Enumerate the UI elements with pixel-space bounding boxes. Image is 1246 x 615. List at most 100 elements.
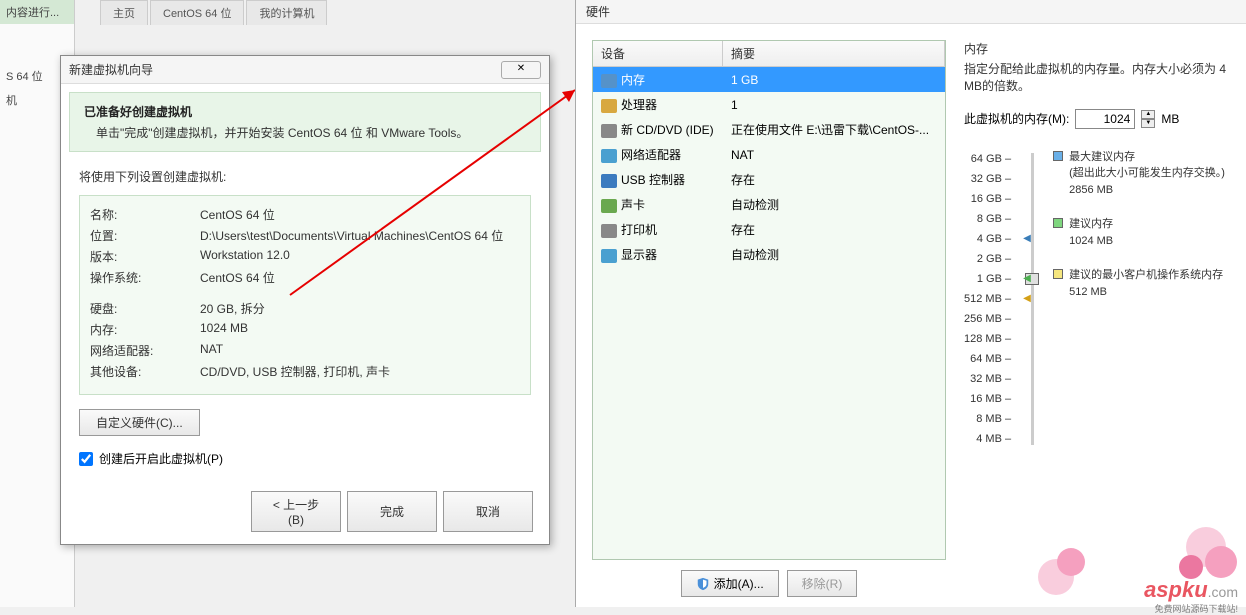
device-summary: 自动检测	[723, 244, 945, 265]
device-row[interactable]: 处理器1	[593, 92, 945, 117]
cancel-button[interactable]: 取消	[443, 491, 533, 532]
label-os: 操作系统:	[90, 269, 200, 286]
tab-computer[interactable]: 我的计算机	[246, 0, 327, 25]
network-icon	[601, 149, 617, 163]
device-summary: 正在使用文件 E:\迅雷下载\CentOS-...	[723, 119, 945, 140]
legend-swatch-rec	[1053, 218, 1063, 228]
device-name: 新 CD/DVD (IDE)	[621, 123, 714, 137]
label-other: 其他设备:	[90, 363, 200, 380]
device-name: 网络适配器	[621, 148, 681, 162]
device-summary: 1 GB	[723, 71, 945, 89]
label-memory: 内存:	[90, 321, 200, 338]
wizard-header-subtitle: 单击"完成"创建虚拟机，并开始安装 CentOS 64 位 和 VMware T…	[84, 124, 526, 141]
printer-icon	[601, 224, 617, 238]
wizard-title: 新建虚拟机向导	[69, 61, 153, 78]
value-disk: 20 GB, 拆分	[200, 300, 520, 317]
background-tabs: 主页 CentOS 64 位 我的计算机	[100, 0, 327, 25]
shield-icon	[696, 577, 710, 591]
finish-button[interactable]: 完成	[347, 491, 437, 532]
memory-tick: 8 MB ‒	[976, 409, 1011, 429]
new-vm-wizard-dialog: 新建虚拟机向导 ✕ 已准备好创建虚拟机 单击"完成"创建虚拟机，并开始安装 Ce…	[60, 55, 550, 545]
wizard-intro-text: 将使用下列设置创建虚拟机:	[79, 168, 531, 185]
label-version: 版本:	[90, 248, 200, 265]
device-row[interactable]: 显示器 自动检测	[593, 242, 945, 267]
vm-summary-box: 名称:CentOS 64 位 位置:D:\Users\test\Document…	[79, 195, 531, 395]
memory-tick: 2 GB ‒	[977, 249, 1011, 269]
device-row[interactable]: 打印机 存在	[593, 217, 945, 242]
display-icon	[601, 249, 617, 263]
wizard-titlebar: 新建虚拟机向导 ✕	[61, 56, 549, 84]
device-row[interactable]: 新 CD/DVD (IDE) 正在使用文件 E:\迅雷下载\CentOS-...	[593, 117, 945, 142]
close-icon[interactable]: ✕	[501, 61, 541, 79]
memory-tick-labels: 64 GB ‒32 GB ‒16 GB ‒8 GB ‒4 GB ‒2 GB ‒1…	[964, 149, 1011, 449]
legend-rec-value: 1024 MB	[1069, 233, 1113, 250]
device-summary: 存在	[723, 169, 945, 190]
sidebar-item[interactable]: 内容进行...	[0, 0, 74, 24]
memory-tick: 64 GB ‒	[971, 149, 1011, 169]
memory-slider[interactable]: ◀ ◀ ◀	[1025, 149, 1039, 449]
memory-icon	[601, 74, 617, 88]
device-row[interactable]: USB 控制器 存在	[593, 167, 945, 192]
value-other: CD/DVD, USB 控制器, 打印机, 声卡	[200, 363, 520, 380]
device-name: 打印机	[621, 223, 657, 237]
cd-icon	[601, 124, 617, 138]
value-network: NAT	[200, 342, 520, 359]
usb-icon	[601, 174, 617, 188]
legend-min-value: 512 MB	[1069, 284, 1223, 301]
back-button[interactable]: < 上一步(B)	[251, 491, 341, 532]
value-os: CentOS 64 位	[200, 269, 520, 286]
device-name: 显示器	[621, 248, 657, 262]
value-memory: 1024 MB	[200, 321, 520, 338]
device-summary: 自动检测	[723, 194, 945, 215]
label-network: 网络适配器:	[90, 342, 200, 359]
memory-tick: 4 GB ‒	[977, 229, 1011, 249]
value-location: D:\Users\test\Documents\Virtual Machines…	[200, 227, 520, 244]
hardware-dialog: 硬件 设备 摘要 内存1 GB处理器1新 CD/DVD (IDE)正在使用文件 …	[575, 0, 1246, 607]
memory-tick: 256 MB ‒	[964, 309, 1011, 329]
memory-tick: 1 GB ‒	[977, 269, 1011, 289]
value-name: CentOS 64 位	[200, 206, 520, 223]
memory-tick: 128 MB ‒	[964, 329, 1011, 349]
legend-rec-title: 建议内存	[1069, 216, 1113, 233]
memory-section-title: 内存	[964, 40, 1238, 57]
memory-tick: 512 MB ‒	[964, 289, 1011, 309]
tab-centos[interactable]: CentOS 64 位	[150, 0, 244, 25]
device-row[interactable]: 声卡 自动检测	[593, 192, 945, 217]
value-version: Workstation 12.0	[200, 248, 520, 265]
customize-hardware-button[interactable]: 自定义硬件(C)...	[79, 409, 200, 436]
memory-spinner[interactable]: ▲▼	[1141, 110, 1155, 128]
device-summary: 存在	[723, 219, 945, 240]
memory-field-label: 此虚拟机的内存(M):	[964, 110, 1069, 127]
label-disk: 硬盘:	[90, 300, 200, 317]
label-name: 名称:	[90, 206, 200, 223]
device-row[interactable]: 网络适配器 NAT	[593, 142, 945, 167]
label-location: 位置:	[90, 227, 200, 244]
wizard-header: 已准备好创建虚拟机 单击"完成"创建虚拟机，并开始安装 CentOS 64 位 …	[69, 92, 541, 152]
tab-home[interactable]: 主页	[100, 0, 148, 25]
memory-tick: 32 MB ‒	[970, 369, 1011, 389]
device-row[interactable]: 内存 1 GB	[593, 67, 945, 92]
legend-swatch-min	[1053, 269, 1063, 279]
device-name: 声卡	[621, 198, 645, 212]
legend-min-title: 建议的最小客户机操作系统内存	[1069, 267, 1223, 284]
device-name: 内存	[621, 73, 645, 87]
memory-tick: 64 MB ‒	[970, 349, 1011, 369]
legend-max-desc: (超出此大小可能发生内存交换。)	[1069, 165, 1225, 182]
power-on-checkbox[interactable]	[79, 452, 93, 466]
legend-max-title: 最大建议内存	[1069, 149, 1225, 166]
column-summary: 摘要	[723, 41, 945, 66]
device-name: USB 控制器	[621, 173, 685, 187]
legend-max-value: 2856 MB	[1069, 182, 1225, 199]
cpu-icon	[601, 99, 617, 113]
memory-tick: 8 GB ‒	[977, 209, 1011, 229]
memory-input[interactable]	[1075, 109, 1135, 129]
memory-unit: MB	[1161, 112, 1179, 126]
device-summary: NAT	[723, 146, 945, 164]
device-name: 处理器	[621, 98, 657, 112]
legend-swatch-max	[1053, 151, 1063, 161]
column-device: 设备	[593, 41, 723, 66]
device-list: 设备 摘要 内存 1 GB 处理器1 新 CD/DVD (IDE) 正在使用文件 E:\…	[592, 40, 946, 560]
add-device-button[interactable]: 添加(A)...	[681, 570, 779, 597]
remove-device-button[interactable]: 移除(R)	[787, 570, 858, 597]
memory-tick: 16 MB ‒	[970, 389, 1011, 409]
